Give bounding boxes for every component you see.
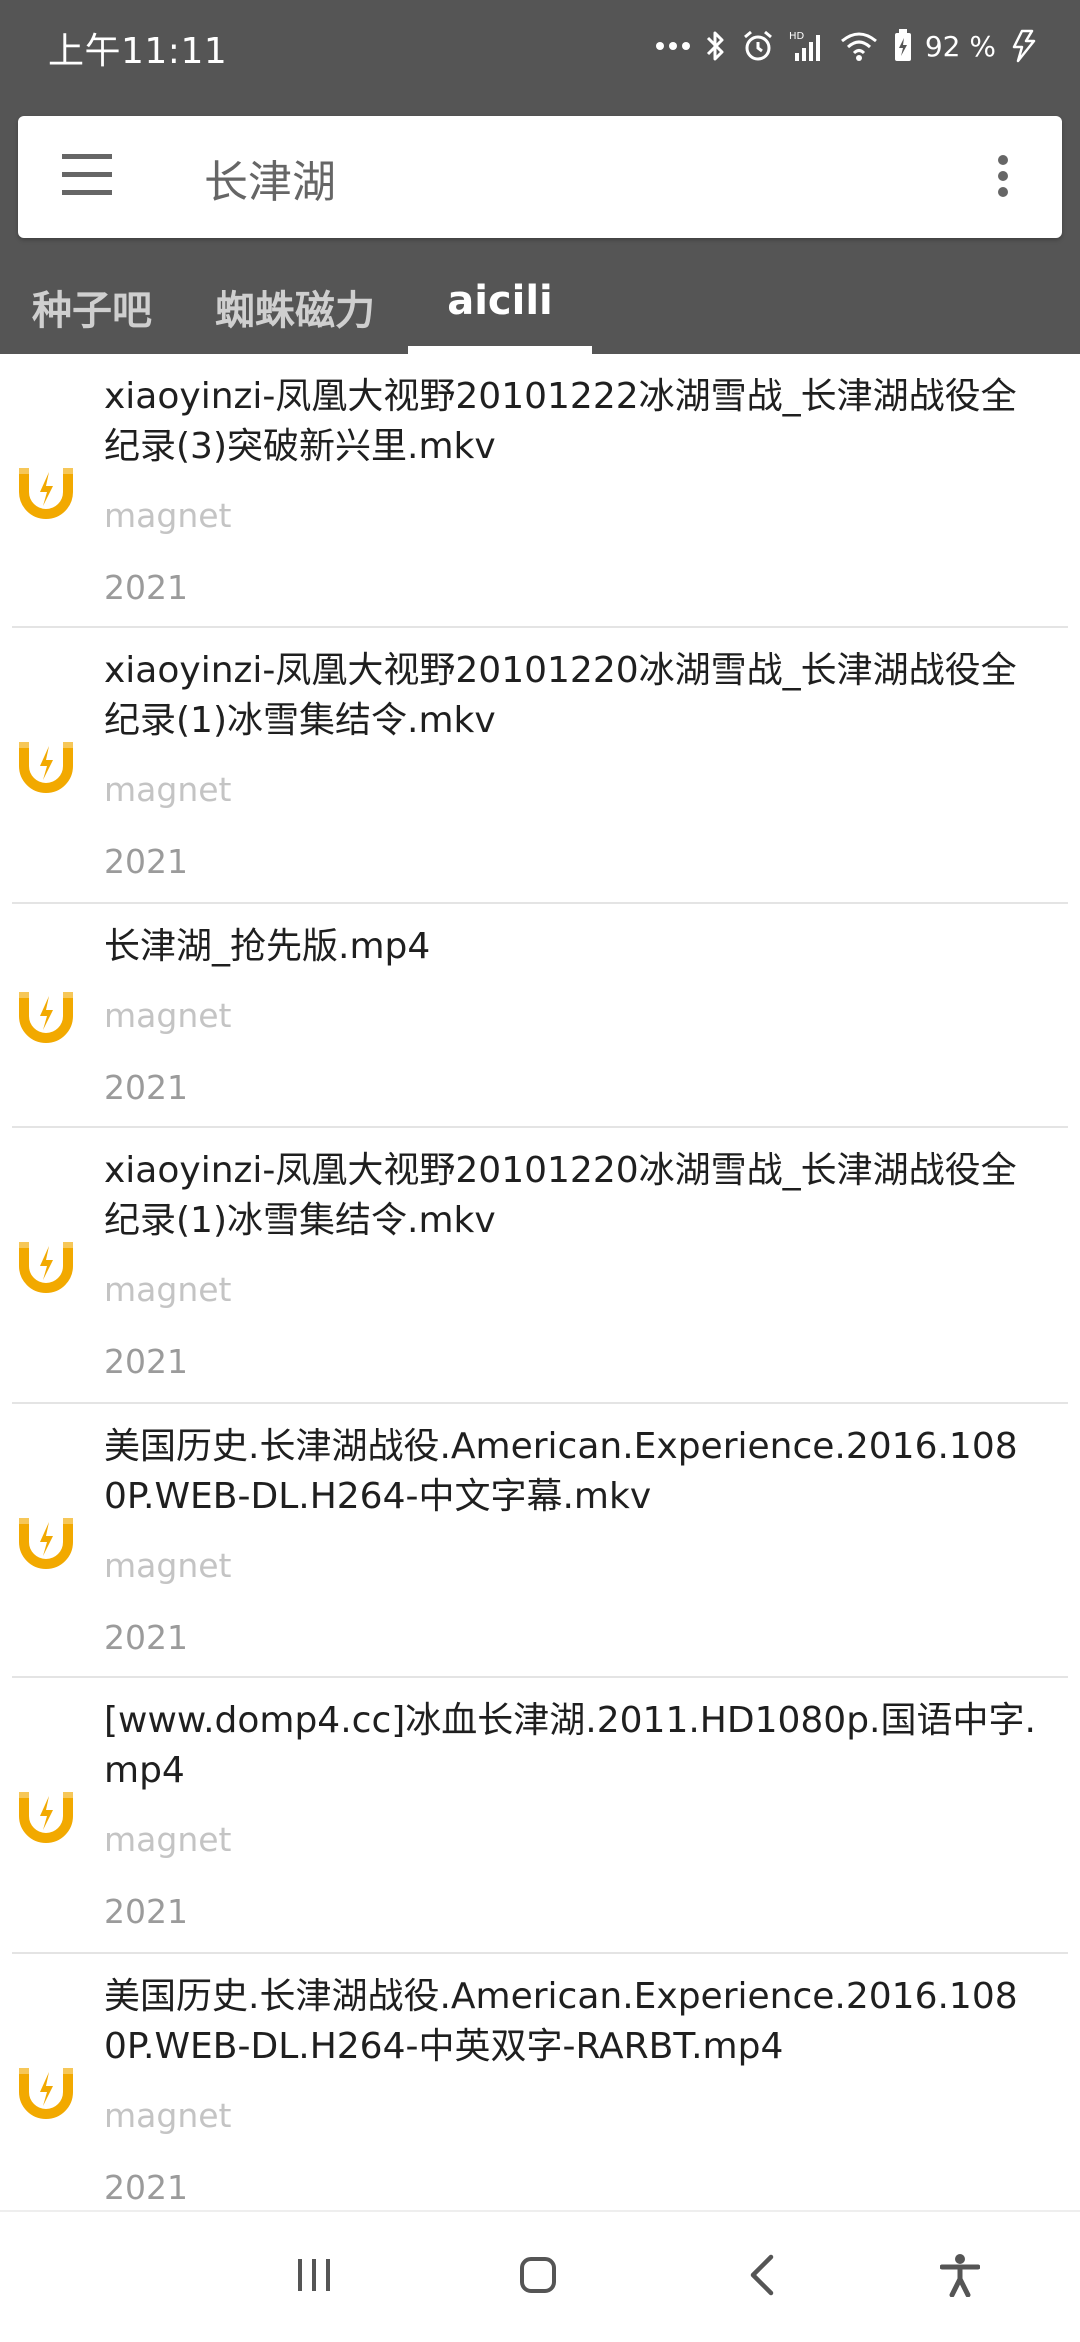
result-type: magnet bbox=[104, 1546, 232, 1585]
list-item[interactable]: xiaoyinzi-凤凰大视野20101220冰湖雪战_长津湖战役全纪录(1)冰… bbox=[0, 628, 1080, 904]
battery-percent: 92 % bbox=[924, 29, 996, 63]
list-item[interactable]: 长津湖_抢先版.mp4 magnet 2021 bbox=[0, 904, 1080, 1128]
list-item[interactable]: xiaoyinzi-凤凰大视野20101222冰湖雪战_长津湖战役全纪录(3)突… bbox=[0, 354, 1080, 628]
result-type: magnet bbox=[104, 1270, 232, 1309]
result-title: 美国历史.长津湖战役.American.Experience.2016.1080… bbox=[104, 1976, 1018, 2067]
result-type: magnet bbox=[104, 996, 232, 1035]
result-type: magnet bbox=[104, 1820, 232, 1859]
tab-aicili[interactable]: aicili bbox=[408, 268, 592, 354]
result-title: [www.domp4.cc]冰血长津湖.2011.HD1080p.国语中字.mp… bbox=[104, 1700, 1036, 1791]
more-notifications-icon bbox=[655, 41, 691, 51]
home-button[interactable] bbox=[478, 2212, 598, 2342]
list-item[interactable]: 美国历史.长津湖战役.American.Experience.2016.1080… bbox=[0, 1954, 1080, 2210]
hd-signal-icon: HD bbox=[789, 29, 825, 63]
result-title: xiaoyinzi-凤凰大视野20101220冰湖雪战_长津湖战役全纪录(1)冰… bbox=[104, 650, 1017, 741]
hamburger-menu-icon[interactable] bbox=[62, 152, 152, 202]
alarm-icon bbox=[741, 29, 775, 63]
result-year: 2021 bbox=[104, 1068, 188, 1107]
magnet-icon bbox=[18, 1236, 74, 1294]
system-navigation-bar bbox=[0, 2210, 1080, 2342]
battery-icon bbox=[893, 29, 913, 63]
svg-text:HD: HD bbox=[789, 31, 805, 42]
result-year: 2021 bbox=[104, 1342, 188, 1381]
wifi-icon bbox=[839, 29, 879, 63]
source-tabs: 种子吧 蜘蛛磁力 aicili bbox=[0, 268, 1080, 354]
active-tab-indicator bbox=[408, 346, 592, 354]
home-icon bbox=[518, 2255, 558, 2299]
result-year: 2021 bbox=[104, 1892, 188, 1931]
more-vert-icon[interactable] bbox=[988, 150, 1018, 206]
result-title: xiaoyinzi-凤凰大视野20101222冰湖雪战_长津湖战役全纪录(3)突… bbox=[104, 376, 1017, 467]
result-type: magnet bbox=[104, 2096, 232, 2135]
result-title: xiaoyinzi-凤凰大视野20101220冰湖雪战_长津湖战役全纪录(1)冰… bbox=[104, 1150, 1017, 1241]
result-list[interactable]: xiaoyinzi-凤凰大视野20101222冰湖雪战_长津湖战役全纪录(3)突… bbox=[0, 354, 1080, 2210]
status-bar: 上午11:11 HD 92 % bbox=[0, 0, 1080, 92]
recents-icon bbox=[294, 2257, 334, 2297]
result-year: 2021 bbox=[104, 2168, 188, 2207]
list-item[interactable]: xiaoyinzi-凤凰大视野20101220冰湖雪战_长津湖战役全纪录(1)冰… bbox=[0, 1128, 1080, 1404]
list-item[interactable]: 美国历史.长津湖战役.American.Experience.2016.1080… bbox=[0, 1404, 1080, 1678]
result-type: magnet bbox=[104, 496, 232, 535]
magnet-icon bbox=[18, 462, 74, 520]
result-year: 2021 bbox=[104, 842, 188, 881]
magnet-icon bbox=[18, 986, 74, 1044]
result-year: 2021 bbox=[104, 1618, 188, 1657]
magnet-icon bbox=[18, 1786, 74, 1844]
magnet-icon bbox=[18, 1512, 74, 1570]
tab-zhongziba[interactable]: 种子吧 bbox=[0, 268, 184, 354]
status-icons: HD 92 % bbox=[655, 22, 1040, 70]
bluetooth-icon bbox=[705, 28, 727, 64]
tab-zhizhu-cili[interactable]: 蜘蛛磁力 bbox=[200, 268, 390, 354]
status-time: 上午11:11 bbox=[48, 31, 228, 72]
magnet-icon bbox=[18, 2062, 74, 2120]
result-type: magnet bbox=[104, 770, 232, 809]
list-item[interactable]: [www.domp4.cc]冰血长津湖.2011.HD1080p.国语中字.mp… bbox=[0, 1678, 1080, 1954]
result-title: 美国历史.长津湖战役.American.Experience.2016.1080… bbox=[104, 1426, 1018, 1517]
recents-button[interactable] bbox=[254, 2212, 374, 2342]
back-icon bbox=[747, 2254, 777, 2300]
search-query[interactable]: 长津湖 bbox=[204, 146, 336, 210]
accessibility-icon bbox=[939, 2253, 981, 2301]
charging-icon bbox=[1010, 29, 1040, 63]
top-app-area: 上午11:11 HD 92 % 长津湖 种子吧 蜘蛛磁力 aicili bbox=[0, 0, 1080, 354]
accessibility-button[interactable] bbox=[900, 2212, 1020, 2342]
magnet-icon bbox=[18, 736, 74, 794]
search-bar[interactable]: 长津湖 bbox=[18, 116, 1062, 238]
back-button[interactable] bbox=[702, 2212, 822, 2342]
result-title: 长津湖_抢先版.mp4 bbox=[104, 926, 431, 967]
result-year: 2021 bbox=[104, 568, 188, 607]
